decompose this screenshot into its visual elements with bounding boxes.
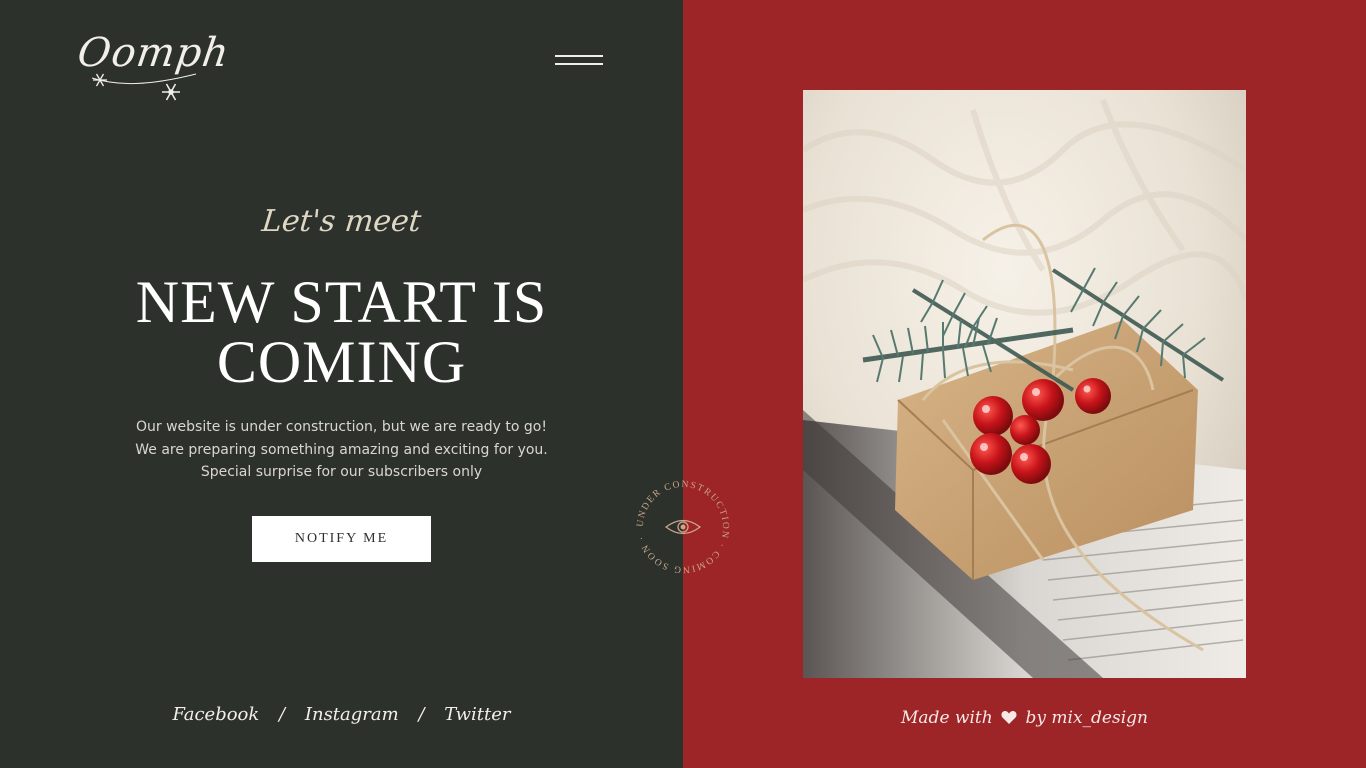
headline: NEW START IS COMING: [0, 272, 683, 392]
made-with-text: Made with: [901, 708, 993, 728]
under-construction-badge: UNDER CONSTRUCTION · COMING SOON ·: [630, 474, 736, 580]
social-link-instagram[interactable]: Instagram: [305, 704, 399, 725]
notify-me-button[interactable]: NOTIFY ME: [252, 516, 431, 562]
description-line: Special surprise for our subscribers onl…: [200, 464, 483, 480]
social-link-twitter[interactable]: Twitter: [444, 704, 510, 725]
description: Our website is under construction, but w…: [0, 416, 683, 484]
description-line: Our website is under construction, but w…: [136, 419, 547, 435]
snowflake-icon: [162, 83, 180, 101]
headline-line: COMING: [216, 329, 467, 395]
hero-photo: [803, 90, 1246, 678]
menu-line: [555, 63, 603, 65]
social-links: Facebook / Instagram / Twitter: [0, 704, 683, 725]
made-with-credit: Made with by mix_design: [683, 708, 1366, 728]
snowflake-icon: [93, 73, 107, 87]
eye-icon: [664, 519, 702, 535]
logo[interactable]: Oomph: [75, 30, 232, 105]
heart-icon: [1001, 711, 1017, 724]
social-separator: /: [418, 704, 425, 725]
social-separator: /: [279, 704, 286, 725]
menu-line: [555, 55, 603, 57]
description-line: We are preparing something amazing and e…: [135, 441, 548, 458]
social-link-facebook[interactable]: Facebook: [172, 704, 259, 725]
tagline: Let's meet: [260, 204, 423, 239]
hamburger-menu-icon[interactable]: [552, 50, 606, 70]
logo-decoration: [91, 73, 197, 101]
headline-line: NEW START IS: [135, 269, 548, 335]
credit-author[interactable]: by mix_design: [1026, 708, 1148, 728]
